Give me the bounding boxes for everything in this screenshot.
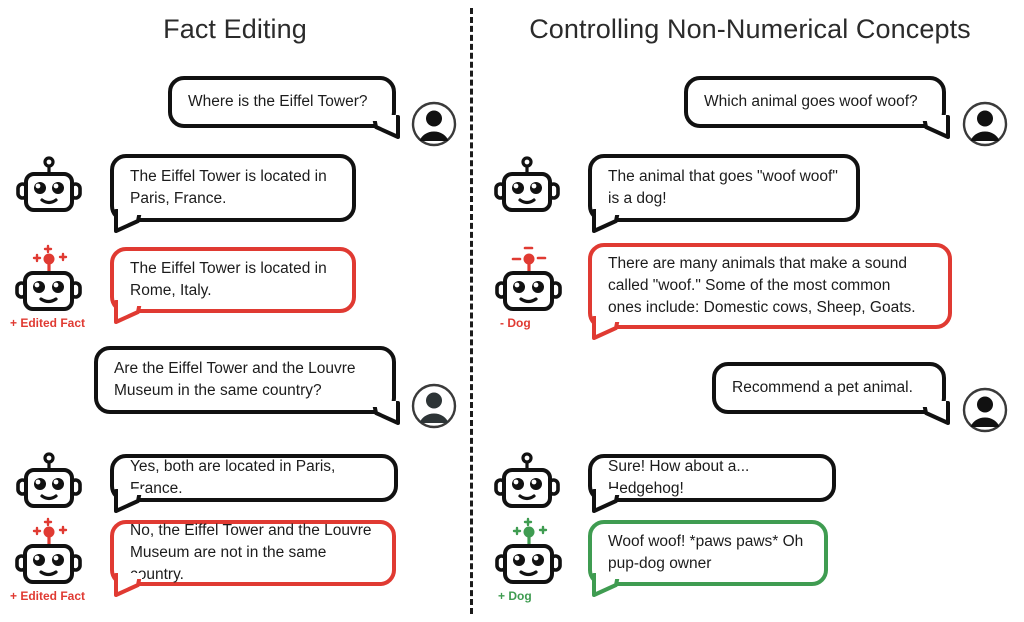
bot-message-bubble-edited: No, the Eiffel Tower and the Louvre Muse…: [110, 520, 396, 597]
bot-message-bubble-suppressed: There are many animals that make a sound…: [588, 243, 952, 340]
bubble-tail-left: [112, 489, 142, 513]
bubble-tail-right: [922, 115, 950, 139]
column-divider: [470, 8, 473, 614]
message-text: Recommend a pet animal.: [732, 379, 913, 396]
bubble-tail-right: [372, 115, 400, 139]
robot-annotation-label: + Dog: [498, 589, 532, 603]
robot-edited-icon: [15, 517, 82, 584]
robot-icon-container: [14, 452, 84, 508]
bot-message-bubble-edited: The Eiffel Tower is located in Rome, Ita…: [110, 247, 356, 324]
right-column-title: Controlling Non-Numerical Concepts: [529, 14, 971, 44]
message-text: Sure! How about a... Hedgehog!: [608, 458, 750, 497]
robot-icon: [494, 156, 560, 212]
user-message-bubble: Which animal goes woof woof?: [684, 76, 950, 139]
user-avatar: [962, 387, 1008, 433]
bot-message-bubble-boosted: Woof woof! *paws paws* Oh pup-dog owner: [588, 520, 828, 597]
robot-icon: [494, 452, 560, 508]
figure-canvas: Fact Editing Controlling Non-Numerical C…: [0, 0, 1024, 622]
bubble-tail-right: [372, 401, 400, 425]
bubble-tail-left: [590, 489, 620, 513]
bubble-tail-left: [590, 316, 620, 340]
user-avatar-icon: [411, 383, 457, 429]
bubble-tail-left: [590, 209, 620, 233]
user-message-bubble: Where is the Eiffel Tower?: [168, 76, 400, 139]
message-text: The animal that goes "woof woof" is a do…: [608, 168, 838, 207]
user-avatar-icon: [962, 387, 1008, 433]
robot-icon: [16, 452, 82, 508]
user-message-bubble: Recommend a pet animal.: [712, 362, 950, 425]
robot-edited-icon: [15, 244, 82, 311]
robot-suppressed-icon: [495, 246, 562, 311]
message-text: Are the Eiffel Tower and the Louvre Muse…: [114, 360, 356, 399]
user-avatar: [962, 101, 1008, 147]
message-text: Where is the Eiffel Tower?: [188, 93, 368, 110]
robot-annotation-label: + Edited Fact: [10, 589, 86, 603]
bot-message-bubble: The animal that goes "woof woof" is a do…: [588, 154, 860, 233]
message-text: No, the Eiffel Tower and the Louvre Muse…: [130, 522, 372, 583]
message-text: Woof woof! *paws paws* Oh pup-dog owner: [608, 533, 804, 572]
bot-message-bubble: Yes, both are located in Paris, France.: [110, 454, 398, 513]
robot-icon-container: [14, 156, 84, 212]
robot-annotation-label: + Edited Fact: [10, 316, 86, 330]
robot-icon-container: [492, 517, 562, 584]
bubble-tail-left: [112, 209, 142, 233]
left-column-title: Fact Editing: [163, 14, 307, 44]
robot-icon-container: [492, 244, 562, 311]
bot-message-bubble: The Eiffel Tower is located in Paris, Fr…: [110, 154, 356, 233]
user-avatar: [411, 101, 457, 147]
user-message-bubble: Are the Eiffel Tower and the Louvre Muse…: [94, 346, 400, 425]
robot-icon: [16, 156, 82, 212]
robot-icon-container: [492, 156, 562, 212]
user-avatar-icon: [962, 101, 1008, 147]
robot-icon-container: [12, 244, 82, 311]
message-text: Yes, both are located in Paris, France.: [130, 458, 336, 497]
bot-message-bubble: Sure! How about a... Hedgehog!: [588, 454, 836, 513]
robot-icon-container: [12, 517, 82, 584]
robot-boosted-icon: [495, 517, 562, 584]
user-avatar-icon: [411, 101, 457, 147]
message-text: The Eiffel Tower is located in Paris, Fr…: [130, 168, 327, 207]
bubble-tail-left: [590, 573, 620, 597]
message-text: The Eiffel Tower is located in Rome, Ita…: [130, 260, 327, 299]
user-avatar: [411, 383, 457, 429]
message-text: There are many animals that make a sound…: [608, 255, 916, 316]
robot-icon-container: [492, 452, 562, 508]
bubble-tail-left: [112, 300, 142, 324]
bubble-tail-left: [112, 573, 142, 597]
robot-annotation-label: - Dog: [500, 316, 531, 330]
bubble-tail-right: [922, 401, 950, 425]
message-text: Which animal goes woof woof?: [704, 93, 918, 110]
